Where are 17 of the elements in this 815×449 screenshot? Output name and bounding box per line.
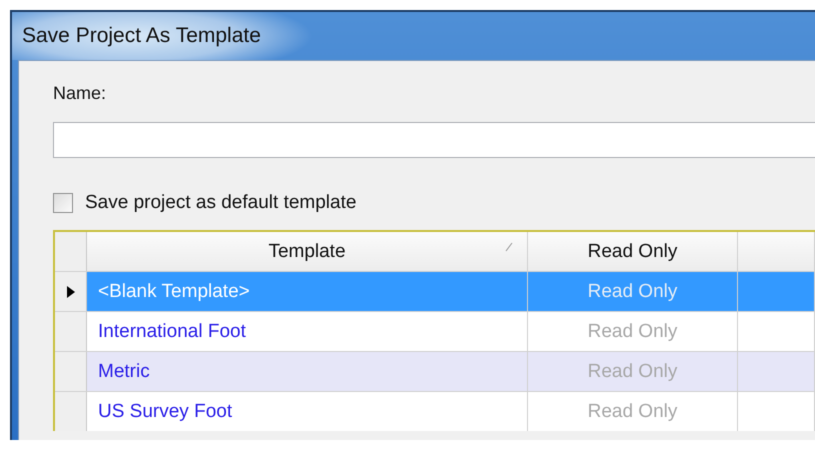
name-label: Name: bbox=[53, 83, 106, 104]
row-header[interactable] bbox=[55, 272, 87, 311]
table-cell: Read Only bbox=[528, 312, 738, 351]
table-cell: Read Only bbox=[528, 272, 738, 311]
sort-icon bbox=[505, 242, 513, 252]
name-field[interactable] bbox=[53, 122, 815, 158]
checkbox-label[interactable]: Save project as default template bbox=[85, 192, 356, 214]
column-header[interactable]: Read Only bbox=[528, 232, 738, 271]
table-cell[interactable]: International Foot bbox=[87, 312, 528, 351]
table-cell: Read Only bbox=[528, 392, 738, 431]
checkbox[interactable] bbox=[53, 193, 73, 213]
window-title: Save Project As Template bbox=[22, 24, 261, 48]
column-header[interactable]: Template bbox=[87, 232, 528, 271]
table-cell[interactable]: US Survey Foot bbox=[87, 392, 528, 431]
table-cell: Read Only bbox=[528, 352, 738, 391]
current-row-icon bbox=[66, 286, 74, 298]
table-cell[interactable]: Metric bbox=[87, 352, 528, 391]
